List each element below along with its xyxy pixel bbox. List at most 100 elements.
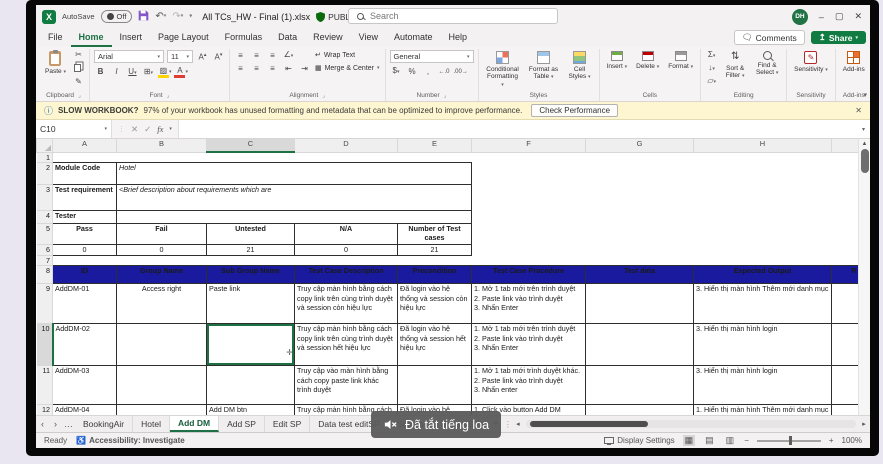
summary-value-number-of-test-cases[interactable]: 21 — [398, 244, 472, 255]
ribbon-tab-data[interactable]: Data — [270, 30, 305, 47]
comma-style-button[interactable]: , — [422, 67, 435, 77]
ribbon-tab-home[interactable]: Home — [71, 30, 112, 47]
accessibility-status[interactable]: ♿ Accessibility: Investigate — [76, 436, 185, 445]
summary-header-untested[interactable]: Untested — [207, 223, 295, 244]
summary-header-n-a[interactable]: N/A — [295, 223, 398, 244]
row-header-2[interactable]: 2 — [37, 162, 53, 184]
format-cells-button[interactable]: Format ▾ — [665, 50, 696, 72]
cell-adddm-01-precondition[interactable]: Đã login vào hệ thống và session còn hiệ… — [398, 284, 472, 324]
save-button[interactable] — [138, 10, 149, 24]
cell-adddm-03-subgroup[interactable] — [207, 366, 295, 405]
empty-cells[interactable] — [472, 223, 871, 244]
info-value-test-requirement[interactable]: <Brief description about requirements wh… — [117, 184, 472, 210]
expand-formula-bar-icon[interactable]: ▾ — [857, 120, 870, 138]
info-label-module-code[interactable]: Module Code — [53, 162, 117, 184]
normal-view-button[interactable]: ▦ — [683, 435, 696, 446]
sensitivity-button[interactable]: ✎ Sensitivity ▾ — [791, 50, 831, 75]
cell-adddm-04-id[interactable]: AddDM-04 — [53, 405, 117, 415]
empty-cells[interactable] — [472, 184, 871, 210]
column-header-E[interactable]: E — [398, 139, 472, 152]
display-settings-button[interactable]: Display Settings — [604, 436, 674, 445]
cell-adddm-04-group[interactable] — [117, 405, 207, 415]
insert-function-button[interactable]: fx — [157, 124, 163, 134]
decrease-indent-button[interactable]: ⇤ — [282, 64, 295, 74]
summary-value-fail[interactable]: 0 — [117, 244, 207, 255]
fill-color-button[interactable]: ▨▾ — [158, 66, 172, 78]
row-header-3[interactable]: 3 — [37, 184, 53, 210]
info-value-module-code[interactable]: Hotel — [117, 162, 472, 184]
column-header-H[interactable]: H — [694, 139, 832, 152]
ribbon-tab-file[interactable]: File — [40, 30, 71, 47]
decrease-decimal-button[interactable]: .00→ — [454, 67, 468, 77]
insert-cells-button[interactable]: Insert ▾ — [604, 50, 631, 72]
font-size-select[interactable]: 11▾ — [167, 50, 193, 63]
align-bottom-button[interactable]: ≡ — [266, 51, 279, 61]
redo-button[interactable]: ↷▾ — [172, 12, 183, 22]
column-header-G[interactable]: G — [586, 139, 694, 152]
merge-center-button[interactable]: ▦Merge & Center▾ — [314, 63, 381, 73]
maximize-button[interactable]: ▢ — [835, 11, 844, 22]
row-header-5[interactable]: 5 — [37, 223, 53, 244]
dialog-launcher-icon[interactable]: ⌟ — [444, 92, 447, 99]
borders-button[interactable]: ⊞▾ — [142, 67, 155, 78]
select-all-corner[interactable] — [37, 139, 53, 152]
zoom-slider[interactable] — [757, 440, 821, 442]
page-layout-view-button[interactable]: ▤ — [703, 435, 716, 446]
cell-styles-button[interactable]: Cell Styles ▾ — [565, 50, 595, 82]
undo-button[interactable]: ↶▾ — [155, 12, 166, 22]
summary-value-pass[interactable]: 0 — [53, 244, 117, 255]
summary-header-number-of-test-cases[interactable]: Number of Test cases — [398, 223, 472, 244]
decrease-font-button[interactable]: A▾ — [212, 50, 225, 63]
next-sheet-icon[interactable]: › — [49, 416, 62, 432]
search-input[interactable]: Search — [348, 8, 558, 24]
collapse-ribbon-icon[interactable]: ▾ — [863, 91, 867, 99]
zoom-slider-thumb[interactable] — [789, 436, 792, 445]
all-sheets-icon[interactable]: … — [62, 416, 75, 432]
paste-button[interactable]: Paste ▾ — [42, 50, 69, 77]
table-header-expected-output[interactable]: Expected Output — [694, 266, 832, 284]
autosave-toggle[interactable]: Off — [101, 10, 133, 23]
empty-cells[interactable] — [53, 152, 871, 162]
align-middle-button[interactable]: ≡ — [250, 51, 263, 61]
find-select-button[interactable]: Find & Select ▾ — [752, 50, 782, 78]
dialog-launcher-icon[interactable]: ⌟ — [78, 92, 81, 99]
bold-button[interactable]: B — [94, 67, 107, 77]
cell-adddm-02-precondition[interactable]: Đã login vào hệ thống và session hết hiệ… — [398, 324, 472, 366]
cell-adddm-03-precondition[interactable] — [398, 366, 472, 405]
ribbon-tab-view[interactable]: View — [351, 30, 386, 47]
row-header-1[interactable]: 1 — [37, 152, 53, 162]
cell-adddm-01-subgroup[interactable]: Paste link — [207, 284, 295, 324]
previous-sheet-icon[interactable]: ‹ — [36, 416, 49, 432]
scroll-right-icon[interactable]: ▸ — [858, 416, 870, 432]
orientation-button[interactable]: ∠▾ — [282, 50, 295, 61]
cell-adddm-03-id[interactable]: AddDM-03 — [53, 366, 117, 405]
avatar[interactable]: DH — [792, 9, 808, 25]
summary-value-n-a[interactable]: 0 — [295, 244, 398, 255]
cell-adddm-01-procedure[interactable]: 1. Mở 1 tab mới trên trình duyệt 2. Past… — [472, 284, 586, 324]
cut-button[interactable]: ✂ — [72, 50, 85, 60]
sheet-tab-add-sp[interactable]: Add SP — [219, 416, 265, 432]
table-header-test-data[interactable]: Test data — [586, 266, 694, 284]
cell-adddm-04-testdata[interactable] — [586, 405, 694, 415]
row-header-7[interactable]: 7 — [37, 255, 53, 265]
dialog-launcher-icon[interactable]: ⌟ — [322, 92, 325, 99]
increase-decimal-button[interactable]: ←.0 — [438, 67, 451, 77]
increase-indent-button[interactable]: ⇥ — [298, 64, 311, 74]
cell-adddm-03-expected[interactable]: 3. Hiển thị màn hình login — [694, 366, 832, 405]
sheet-tab-edit-sp[interactable]: Edit SP — [265, 416, 310, 432]
row-header-10[interactable]: 10 — [37, 324, 53, 366]
vertical-scrollbar[interactable]: ▲ — [858, 139, 870, 415]
sheet-tab-hotel[interactable]: Hotel — [133, 416, 170, 432]
align-right-button[interactable]: ≡ — [266, 64, 279, 74]
wrap-text-button[interactable]: ↵Wrap Text — [314, 50, 381, 60]
scroll-left-icon[interactable]: ◂ — [512, 416, 524, 432]
customize-toolbar-button[interactable]: ▾ — [189, 12, 192, 22]
summary-header-fail[interactable]: Fail — [117, 223, 207, 244]
horizontal-scroll-thumb[interactable] — [530, 421, 648, 427]
table-header-test-case-procedure[interactable]: Test Case Procedure — [472, 266, 586, 284]
align-center-button[interactable]: ≡ — [250, 64, 263, 74]
sort-filter-button[interactable]: ⇅ Sort & Filter ▾ — [721, 50, 749, 81]
cell-adddm-02-expected[interactable]: 3. Hiển thị màn hình login — [694, 324, 832, 366]
cancel-entry-icon[interactable]: ✕ — [131, 124, 138, 135]
column-header-B[interactable]: B — [117, 139, 207, 152]
